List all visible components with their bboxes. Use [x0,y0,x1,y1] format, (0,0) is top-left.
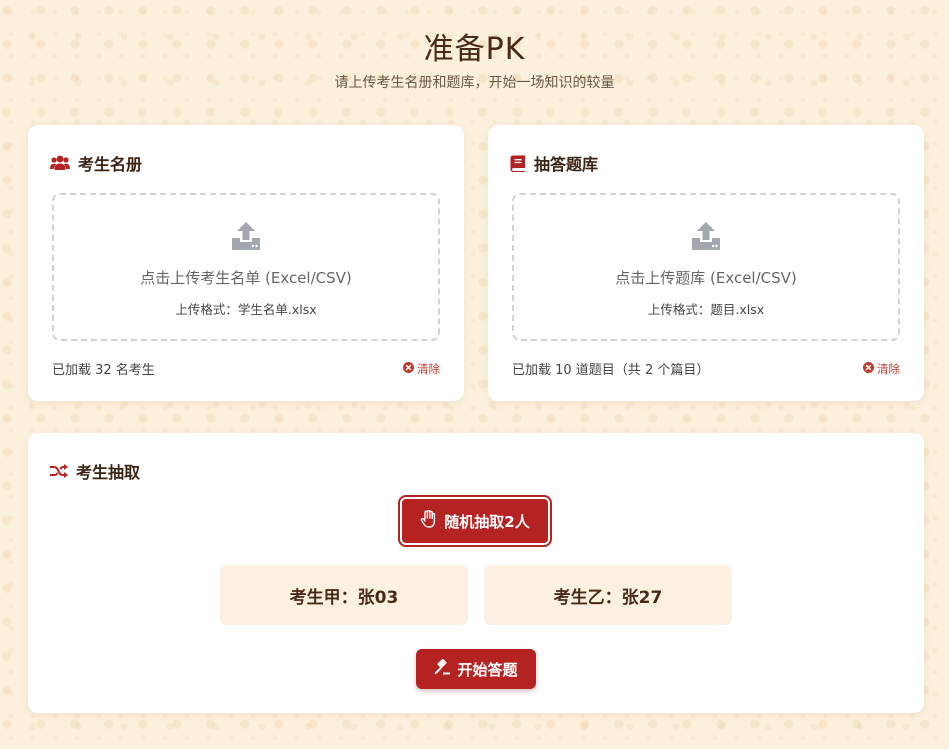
roster-header: 考生名册 [50,151,142,175]
random-draw-button[interactable]: 随机抽取2人 [398,495,552,547]
book-icon [510,155,526,172]
student-b-result: 考生乙：张27 [484,565,732,625]
roster-card: 考生名册 点击上传考生名单 (Excel/CSV) 上传格式：学生名单.xlsx… [28,125,464,401]
roster-format-hint: 上传格式：学生名单.xlsx [175,302,317,317]
bank-upload-text: 点击上传题库 (Excel/CSV) [615,269,797,287]
bank-clear-button[interactable]: 清除 [863,361,900,377]
clear-icon [403,362,414,376]
roster-upload-zone[interactable]: 点击上传考生名单 (Excel/CSV) 上传格式：学生名单.xlsx [52,193,440,341]
draw-title: 考生抽取 [76,463,141,482]
student-b-text: 考生乙：张27 [553,587,663,608]
roster-upload-text: 点击上传考生名单 (Excel/CSV) [140,269,352,287]
page-subtitle: 请上传考生名册和题库，开始一场知识的较量 [334,75,615,91]
gavel-icon [434,658,451,679]
student-a-text: 考生甲：张03 [289,587,399,608]
start-answer-button[interactable]: 开始答题 [416,649,536,689]
roster-status: 已加载 32 名考生 [52,363,155,378]
draw-card: 考生抽取 随机抽取2人 考生甲：张03 考生乙：张27 开始答题 [28,433,924,713]
bank-status: 已加载 10 道题目（共 2 个篇目） [512,363,710,378]
clear-icon [863,362,874,376]
bank-header: 抽答题库 [510,151,598,175]
bank-title: 抽答题库 [534,155,599,174]
random-draw-label: 随机抽取2人 [444,512,530,531]
bank-format-hint: 上传格式：题目.xlsx [647,302,765,317]
bank-clear-label: 清除 [877,362,900,376]
roster-clear-label: 清除 [417,362,440,376]
draw-header: 考生抽取 [50,459,140,483]
bank-upload-zone[interactable]: 点击上传题库 (Excel/CSV) 上传格式：题目.xlsx [512,193,900,341]
users-icon [50,154,70,172]
upload-icon [230,221,262,255]
roster-clear-button[interactable]: 清除 [403,361,440,377]
page-title: 准备PK [423,32,526,67]
student-a-result: 考生甲：张03 [220,565,468,625]
roster-title: 考生名册 [78,155,143,174]
upload-icon [690,221,722,255]
shuffle-icon [50,464,68,478]
question-bank-card: 抽答题库 点击上传题库 (Excel/CSV) 上传格式：题目.xlsx 已加载… [488,125,924,401]
hand-icon [420,509,436,532]
start-answer-label: 开始答题 [457,660,518,679]
